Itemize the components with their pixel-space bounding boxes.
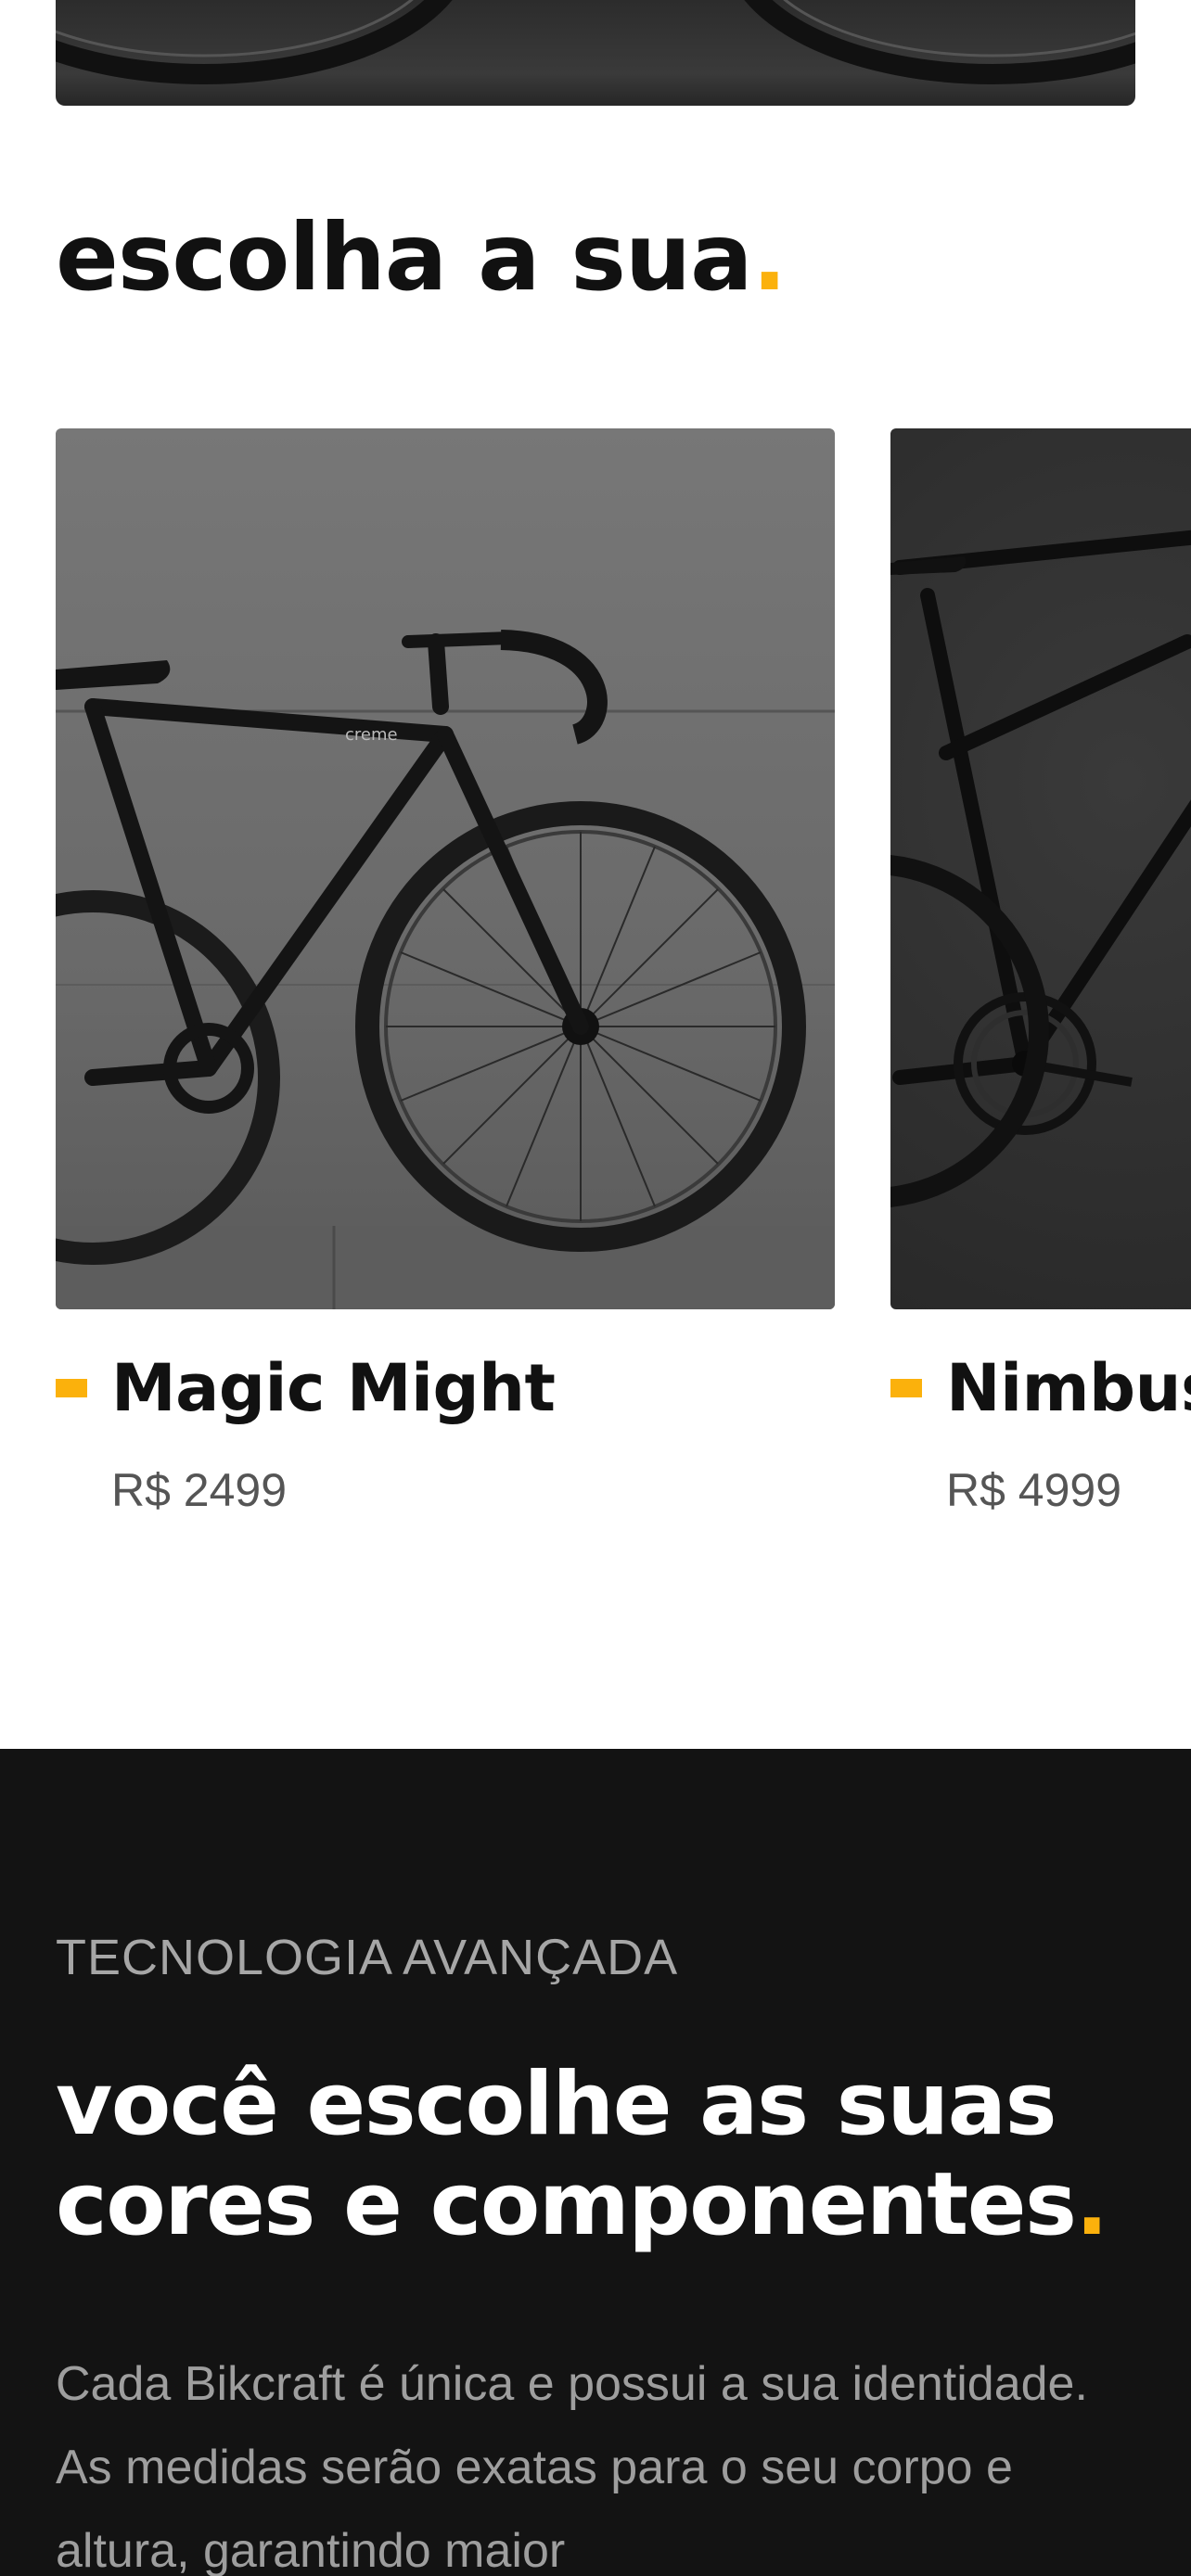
product-card-nimbus[interactable]: Nimbus R$ 4999	[890, 428, 1191, 1516]
product-price: R$ 4999	[946, 1464, 1122, 1516]
technology-headline: você escolhe as suas cores e componentes.	[56, 2055, 1150, 2255]
product-name-row: Magic Might	[56, 1356, 556, 1421]
product-card-magic-might[interactable]: creme Magic Might R$ 2499	[56, 428, 835, 1516]
technology-eyebrow: TECNOLOGIA AVANÇADA	[56, 1930, 679, 1985]
product-name[interactable]: Magic Might	[111, 1356, 556, 1421]
product-image-nimbus[interactable]	[890, 428, 1191, 1309]
technology-section: TECNOLOGIA AVANÇADA você escolhe as suas…	[0, 1749, 1191, 2576]
accent-marker	[56, 1379, 87, 1397]
product-name[interactable]: Nimbus	[946, 1356, 1191, 1421]
hero-bike-image	[56, 0, 1135, 106]
section-title-text: escolha a sua	[56, 203, 753, 312]
product-image-magic-might[interactable]: creme	[56, 428, 835, 1309]
headline-line-1: você escolhe as suas	[56, 2054, 1057, 2155]
section-title: escolha a sua.	[56, 211, 788, 304]
product-price: R$ 2499	[111, 1464, 288, 1516]
accent-marker	[890, 1379, 922, 1397]
headline-line-2: cores e componentes	[56, 2154, 1077, 2255]
headline-accent-dot: .	[1075, 2154, 1108, 2255]
product-name-row: Nimbus	[890, 1356, 1191, 1421]
section-title-accent-dot: .	[751, 203, 788, 312]
svg-text:creme: creme	[345, 725, 398, 745]
technology-body-text: Cada Bikcraft é única e possui a sua ide…	[56, 2357, 1088, 2576]
product-carousel: creme Magic Might R$ 2499 Nimbu R$ 4999	[56, 428, 1191, 1541]
